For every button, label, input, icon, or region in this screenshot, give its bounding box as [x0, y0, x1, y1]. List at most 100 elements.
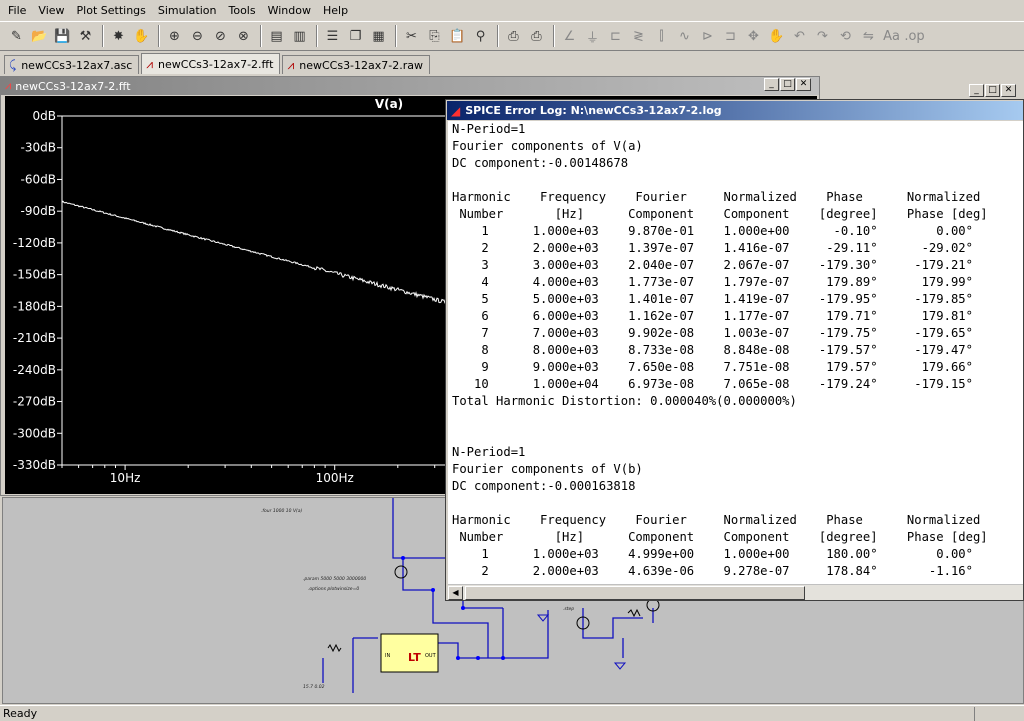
svg-text:IN: IN	[385, 653, 390, 659]
control-panel-icon[interactable]: ⚒	[75, 25, 96, 47]
zoom-in-icon[interactable]: ⊕	[164, 25, 185, 47]
scroll-left-icon[interactable]: ◀	[448, 586, 463, 600]
run-icon[interactable]: ✸	[108, 25, 129, 47]
mirror-icon[interactable]: ⇋	[858, 25, 879, 47]
y-tick-label: -150dB	[13, 268, 56, 282]
minimize-button[interactable]: _	[764, 78, 779, 91]
svg-text:.options plotwinsize=0: .options plotwinsize=0	[308, 586, 359, 592]
log-line: 2 2.000e+03 1.397e-07 1.416e-07 -29.11° …	[452, 241, 973, 255]
redo-icon[interactable]: ↷	[812, 25, 833, 47]
scrollbar-thumb[interactable]	[465, 586, 805, 600]
y-tick-label: -210dB	[13, 331, 56, 345]
zoom-back-icon[interactable]: ⊘	[210, 25, 231, 47]
find-icon[interactable]: ⚲	[470, 25, 491, 47]
menu-help[interactable]: Help	[317, 4, 354, 17]
zoom-out-icon[interactable]: ⊖	[187, 25, 208, 47]
fft-icon[interactable]: ▥	[289, 25, 310, 47]
save-icon[interactable]: 💾	[52, 25, 73, 47]
toolbar-separator	[553, 25, 555, 47]
svg-text:.step: .step	[563, 606, 574, 612]
open-icon[interactable]: 📂	[29, 25, 50, 47]
copy-icon[interactable]: ⎘	[424, 25, 445, 47]
y-tick-label: -270dB	[13, 395, 56, 409]
waveform-icon: ⩘	[5, 79, 12, 92]
close-button[interactable]: ✕	[796, 78, 811, 91]
log-line: Number [Hz] Component Component [degree]…	[452, 207, 988, 221]
paste-icon[interactable]: 📋	[447, 25, 468, 47]
log-line: Fourier components of V(a)	[452, 139, 643, 153]
log-line: N-Period=1	[452, 445, 526, 459]
tab-label: newCCs3-12ax7-2.fft	[158, 57, 274, 71]
log-line: Fourier components of V(b)	[452, 462, 643, 476]
inductor-icon[interactable]: ∿	[674, 25, 695, 47]
zoom-extents-icon[interactable]: ⊗	[233, 25, 254, 47]
tile-horizontal-icon[interactable]: ☰	[322, 25, 343, 47]
menu-simulation[interactable]: Simulation	[152, 4, 223, 17]
tab-newCCs3-12ax7-2.raw[interactable]: ⩘ newCCs3-12ax7-2.raw	[282, 55, 431, 74]
minimize-button[interactable]: _	[969, 84, 984, 97]
toolbar-separator	[102, 25, 104, 47]
print-preview-icon[interactable]: ⎙	[503, 25, 524, 47]
log-line: Number [Hz] Component Component [degree]…	[452, 530, 988, 544]
ground-icon[interactable]: ⏚	[582, 25, 603, 47]
log-line: 3 3.000e+03 2.040e-07 2.067e-07 -179.30°…	[452, 258, 973, 272]
menu-window[interactable]: Window	[262, 4, 317, 17]
capacitor-icon[interactable]: ⫿	[651, 25, 672, 47]
diode-icon[interactable]: ⊳	[697, 25, 718, 47]
close-button[interactable]: ✕	[1001, 84, 1016, 97]
waveform-icon: ⩘	[287, 57, 295, 72]
x-tick-label: 100Hz	[316, 471, 354, 485]
ltspice-icon: ◢	[451, 103, 461, 118]
menu-file[interactable]: File	[2, 4, 32, 17]
y-tick-label: -300dB	[13, 426, 56, 440]
maximize-button[interactable]: □	[780, 78, 795, 91]
drag-icon[interactable]: ✋	[766, 25, 787, 47]
y-tick-label: 0dB	[33, 109, 56, 123]
new-schematic-icon[interactable]: ✎	[6, 25, 27, 47]
wire-icon[interactable]: ∠	[559, 25, 580, 47]
menu-plot-settings[interactable]: Plot Settings	[71, 4, 152, 17]
resistor-icon[interactable]: ≷	[628, 25, 649, 47]
spice-directive-icon[interactable]: .op	[904, 25, 925, 47]
log-line: 6 6.000e+03 1.162e-07 1.177e-07 179.71° …	[452, 309, 973, 323]
autorange-icon[interactable]: ▤	[266, 25, 287, 47]
error-log-text[interactable]: N-Period=1 Fourier components of V(a) DC c…	[448, 121, 1023, 584]
tile-vertical-icon[interactable]: ▦	[368, 25, 389, 47]
move-icon[interactable]: ✥	[743, 25, 764, 47]
cascade-icon[interactable]: ❐	[345, 25, 366, 47]
undo-icon[interactable]: ↶	[789, 25, 810, 47]
toolbar-separator	[158, 25, 160, 47]
error-log-title: SPICE Error Log: N:\newCCs3-12ax7-2.log	[465, 104, 722, 117]
waveform-icon: ⩘	[146, 56, 154, 71]
waveform-window-titlebar[interactable]: ⩘ newCCs3-12ax7-2.fft _ □ ✕	[1, 77, 819, 95]
log-line: 7 7.000e+03 9.902e-08 1.003e-07 -179.75°…	[452, 326, 973, 340]
menu-view[interactable]: View	[32, 4, 70, 17]
label-icon[interactable]: ⊏	[605, 25, 626, 47]
horizontal-scrollbar[interactable]: ◀	[448, 584, 1023, 600]
svg-text:.param 5000 5000 3000000: .param 5000 5000 3000000	[303, 576, 366, 582]
error-log-titlebar[interactable]: ◢ SPICE Error Log: N:\newCCs3-12ax7-2.lo…	[447, 101, 1023, 120]
log-line: 9 9.000e+03 7.650e-08 7.751e-08 179.57° …	[452, 360, 973, 374]
menu-tools[interactable]: Tools	[222, 4, 261, 17]
tab-newCCs3-12ax7.asc[interactable]: ⤹ newCCs3-12ax7.asc	[4, 55, 140, 74]
y-tick-label: -60dB	[21, 172, 56, 186]
status-text: Ready	[3, 707, 38, 720]
halt-icon[interactable]: ✋	[131, 25, 152, 47]
y-tick-label: -240dB	[13, 363, 56, 377]
menu-bar: File View Plot Settings Simulation Tools Wind…	[0, 0, 1024, 20]
print-icon[interactable]: ⎙	[526, 25, 547, 47]
text-icon[interactable]: Aa	[881, 25, 902, 47]
log-line: Harmonic Frequency Fourier Normalized Ph…	[452, 513, 981, 527]
status-bar: Ready	[0, 705, 1024, 721]
rotate-icon[interactable]: ⟲	[835, 25, 856, 47]
svg-text:OUT: OUT	[425, 653, 437, 659]
maximize-button[interactable]: □	[985, 84, 1000, 97]
component-icon[interactable]: ⊐	[720, 25, 741, 47]
y-tick-label: -120dB	[13, 236, 56, 250]
tab-newCCs3-12ax7-2.fft[interactable]: ⩘ newCCs3-12ax7-2.fft	[141, 53, 281, 74]
log-line: DC component:-0.00148678	[452, 156, 629, 170]
cut-icon[interactable]: ✂	[401, 25, 422, 47]
